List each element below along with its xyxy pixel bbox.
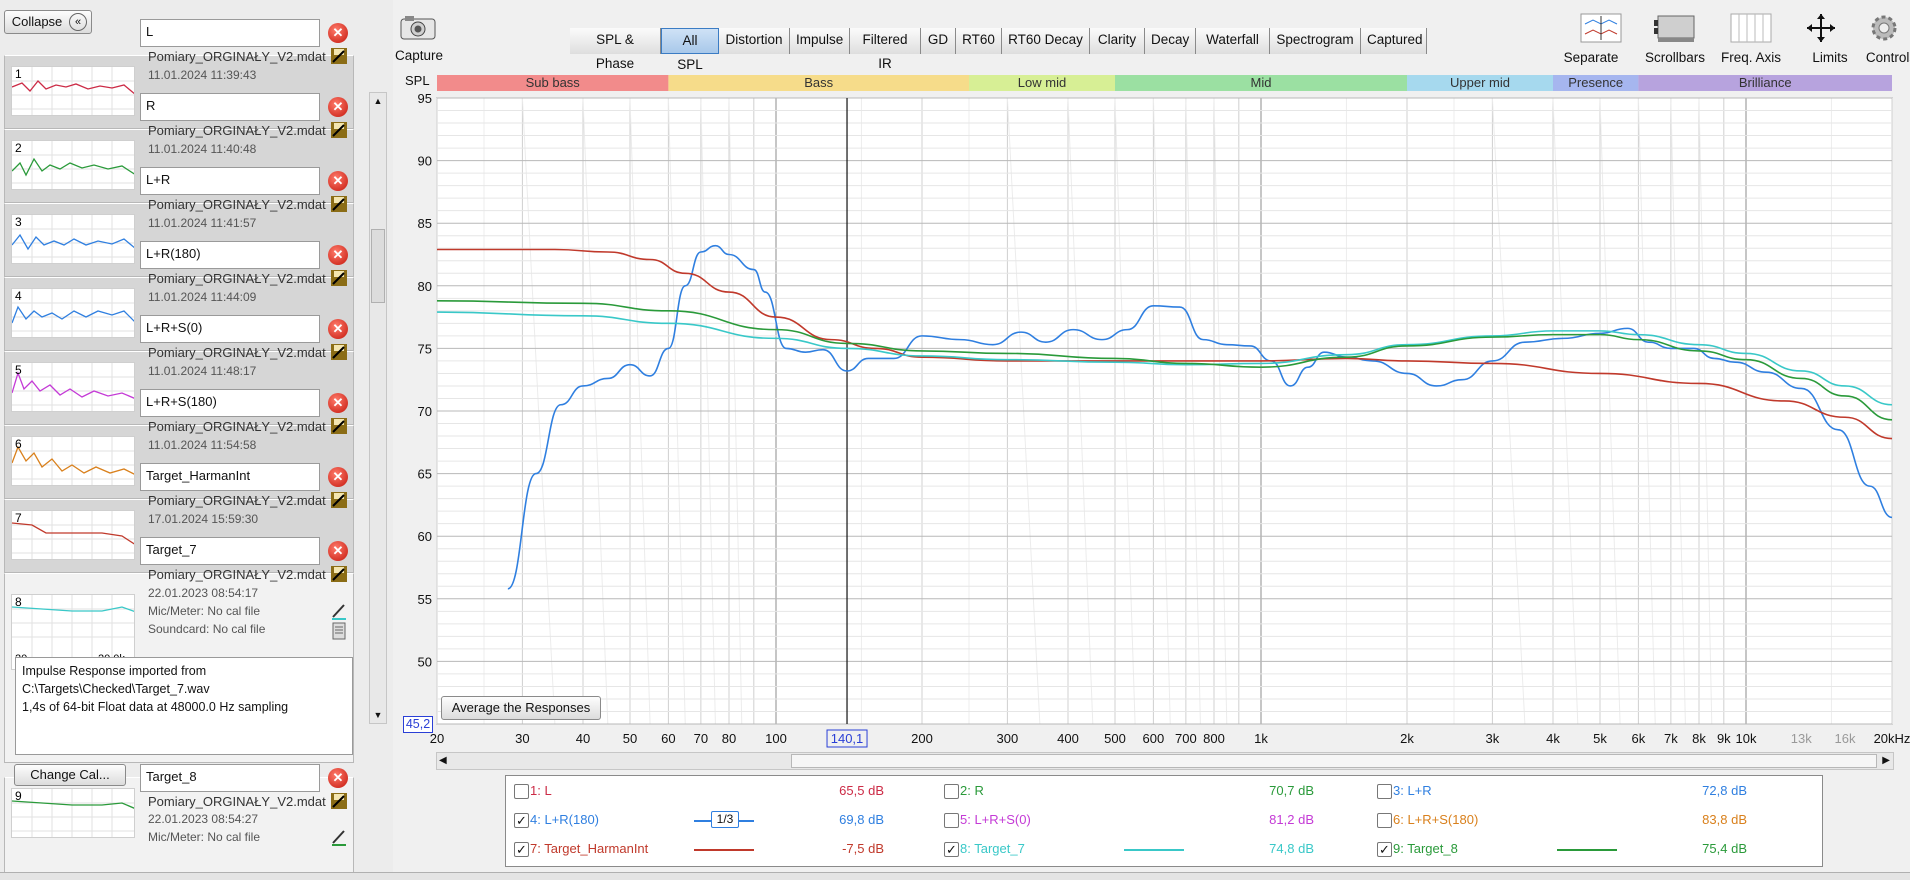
y-tick-label: 70 (418, 404, 432, 419)
legend-value: 74,8 dB (1269, 841, 1314, 856)
legend-value: 65,5 dB (839, 783, 884, 798)
x-tick-label: 700 (1175, 731, 1197, 746)
x-tick-label: 500 (1104, 731, 1126, 746)
legend-label[interactable]: 2: R (960, 783, 984, 798)
legend-swatch (1124, 849, 1184, 851)
smoothing-badge[interactable]: 1/3 (711, 811, 739, 828)
legend-checkbox[interactable]: ✓ (944, 842, 959, 857)
x-tick-label: 5k (1593, 731, 1607, 746)
legend-checkbox[interactable] (1377, 813, 1392, 828)
legend-value: 81,2 dB (1269, 812, 1314, 827)
x-tick-label: 400 (1057, 731, 1079, 746)
legend-label[interactable]: 4: L+R(180) (530, 812, 599, 827)
x-tick-label: 800 (1203, 731, 1225, 746)
legend-label[interactable]: 3: L+R (1393, 783, 1432, 798)
band-label: Low mid (1018, 75, 1066, 90)
legend-label[interactable]: 8: Target_7 (960, 841, 1025, 856)
band-label: Brilliance (1739, 75, 1792, 90)
y-tick-label: 75 (418, 341, 432, 356)
y-tick-label: 95 (418, 91, 432, 106)
legend-value: -7,5 dB (842, 841, 884, 856)
legend-value: 83,8 dB (1702, 812, 1747, 827)
x-tick-label: 60 (661, 731, 675, 746)
band-label: Mid (1251, 75, 1272, 90)
legend-label[interactable]: 7: Target_HarmanInt (530, 841, 648, 856)
legend-value: 69,8 dB (839, 812, 884, 827)
legend-swatch (694, 849, 754, 851)
band-label: Upper mid (1450, 75, 1510, 90)
x-tick-label: 8k (1692, 731, 1706, 746)
x-tick-label: 40 (576, 731, 590, 746)
y-tick-label: 50 (418, 654, 432, 669)
x-tick-label: 20 (430, 731, 444, 746)
horizontal-scrollbar[interactable]: ◀ ▶ (436, 752, 1894, 770)
band-label: Sub bass (526, 75, 581, 90)
y-tick-label: 60 (418, 529, 432, 544)
scroll-right-arrow[interactable]: ▶ (1882, 753, 1890, 769)
x-tick-label: 4k (1546, 731, 1560, 746)
legend-swatch (1557, 849, 1617, 851)
y-tick-label: 65 (418, 467, 432, 482)
x-tick-label: 16k (1835, 731, 1856, 746)
x-tick-label: 7k (1664, 731, 1678, 746)
x-tick-label: 9k (1717, 731, 1731, 746)
x-tick-label: 100 (765, 731, 787, 746)
legend-checkbox[interactable] (944, 813, 959, 828)
legend-label[interactable]: 9: Target_8 (1393, 841, 1458, 856)
band-label: Presence (1568, 75, 1623, 90)
h-scroll-thumb[interactable] (791, 754, 1877, 768)
legend-checkbox[interactable]: ✓ (1377, 842, 1392, 857)
spl-chart[interactable]: Sub bass Bass Low mid Mid Upper mid Presence B… (0, 0, 1910, 880)
legend-label[interactable]: 6: L+R+S(180) (1393, 812, 1478, 827)
legend-panel: 1: L 65,5 dB 2: R 70,7 dB 3: L+R 72,8 dB ✓ 4: L… (505, 775, 1823, 867)
x-tick-label: 1k (1254, 731, 1268, 746)
cursor-freq-readout: 140,1 (831, 731, 864, 746)
band-label: Bass (804, 75, 833, 90)
y-tick-label: 85 (418, 216, 432, 231)
legend-label[interactable]: 5: L+R+S(0) (960, 812, 1031, 827)
x-tick-label: 6k (1632, 731, 1646, 746)
x-tick-label: 3k (1486, 731, 1500, 746)
legend-value: 72,8 dB (1702, 783, 1747, 798)
x-tick-label: 13k (1791, 731, 1812, 746)
legend-checkbox[interactable]: ✓ (514, 813, 529, 828)
x-tick-label: 300 (997, 731, 1019, 746)
x-tick-label: 600 (1143, 731, 1165, 746)
x-tick-label: 50 (623, 731, 637, 746)
y-tick-label: 55 (418, 592, 432, 607)
legend-checkbox[interactable] (944, 784, 959, 799)
cursor-spl-readout: 45,2 (403, 716, 433, 733)
scroll-left-arrow[interactable]: ◀ (439, 753, 447, 769)
legend-value: 75,4 dB (1702, 841, 1747, 856)
x-tick-label: 10k (1736, 731, 1757, 746)
legend-checkbox[interactable]: ✓ (514, 842, 529, 857)
legend-checkbox[interactable] (1377, 784, 1392, 799)
average-responses-button[interactable]: Average the Responses (441, 696, 601, 720)
status-bar (0, 872, 1910, 880)
legend-label[interactable]: 1: L (530, 783, 552, 798)
legend-checkbox[interactable] (514, 784, 529, 799)
x-tick-label: 70 (694, 731, 708, 746)
legend-value: 70,7 dB (1269, 783, 1314, 798)
x-tick-label: 30 (515, 731, 529, 746)
y-tick-label: 80 (418, 279, 432, 294)
y-tick-label: 90 (418, 154, 432, 169)
x-tick-label: 20kHz (1874, 731, 1910, 746)
x-tick-label: 200 (911, 731, 933, 746)
x-tick-label: 2k (1400, 731, 1414, 746)
x-tick-label: 80 (722, 731, 736, 746)
